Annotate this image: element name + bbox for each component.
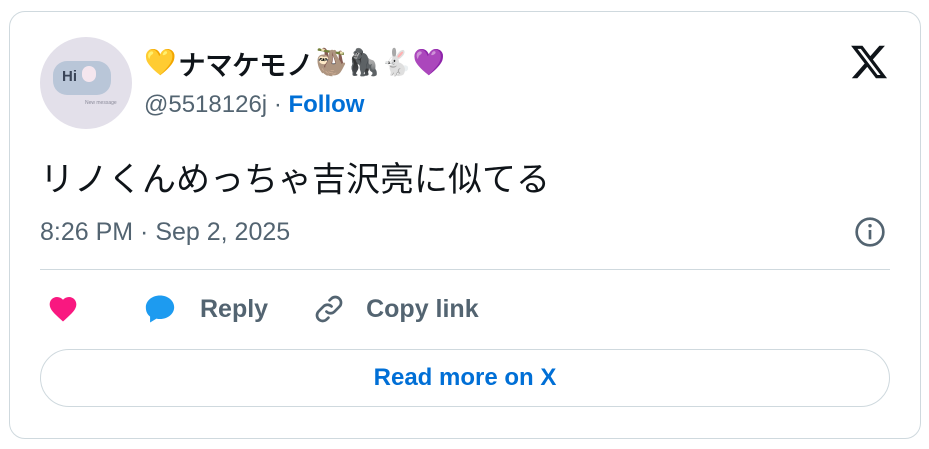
avatar-bunny-icon (82, 66, 96, 82)
author-handle-row: @5518126j · Follow (144, 91, 364, 119)
avatar-greeting: Hi (62, 68, 77, 85)
follow-button[interactable]: Follow (288, 91, 364, 118)
divider (40, 269, 890, 270)
tweet-text: リノくんめっちゃ吉沢亮に似てる (40, 160, 550, 200)
tweet-embed-card: Hi New message 💛 ナマケモノ 🦥🦍🐇💜 @5518126j · … (9, 11, 921, 439)
like-button[interactable] (46, 293, 80, 325)
info-icon[interactable] (854, 216, 886, 248)
action-bar: Reply Copy link (40, 287, 479, 331)
heart-icon (49, 297, 77, 322)
author-display-name: ナマケモノ (178, 50, 314, 81)
copy-link-button[interactable]: Copy link (312, 292, 479, 326)
copy-link-label: Copy link (366, 294, 479, 323)
separator-dot: · (273, 91, 282, 118)
avatar[interactable]: Hi New message (40, 37, 132, 129)
animal-emojis: 🦥🦍🐇💜 (315, 48, 445, 78)
reply-button[interactable]: Reply (142, 292, 268, 326)
link-icon (315, 295, 343, 323)
author-handle[interactable]: @5518126j (144, 91, 267, 118)
read-more-button[interactable]: Read more on X (40, 349, 890, 407)
tweet-timestamp[interactable]: 8:26 PM · Sep 2, 2025 (40, 218, 290, 247)
x-logo-icon[interactable] (848, 42, 890, 82)
author-name-row[interactable]: 💛 ナマケモノ 🦥🦍🐇💜 (144, 46, 445, 81)
reply-label: Reply (200, 294, 269, 323)
yellow-heart-emoji: 💛 (144, 48, 177, 78)
speech-bubble-icon (145, 295, 175, 323)
avatar-caption: New message (85, 100, 117, 106)
